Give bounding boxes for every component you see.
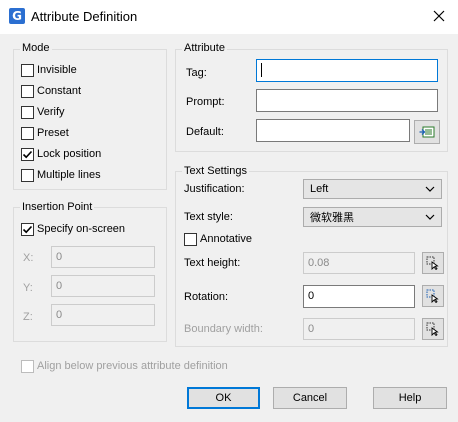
- specify-on-screen-label: Specify on-screen: [37, 222, 126, 235]
- text-settings-group-title: Text Settings: [182, 165, 249, 178]
- app-logo-icon: G: [9, 8, 25, 24]
- boundary-width-label: Boundary width:: [184, 323, 263, 335]
- pick-rotation-button[interactable]: [422, 285, 444, 307]
- help-button[interactable]: Help: [373, 387, 447, 409]
- text-height-label: Text height:: [184, 257, 241, 269]
- y-field[interactable]: 0: [51, 275, 155, 297]
- verify-checkbox[interactable]: Verify: [21, 104, 65, 120]
- verify-label: Verify: [37, 105, 65, 118]
- lock-position-label: Lock position: [37, 147, 102, 160]
- z-label: Z:: [23, 311, 33, 323]
- close-button[interactable]: [424, 2, 454, 30]
- insertion-point-group-title: Insertion Point: [20, 201, 95, 214]
- insert-field-button[interactable]: [414, 120, 440, 144]
- checkbox-box: [21, 105, 34, 119]
- default-input[interactable]: [256, 119, 410, 142]
- text-style-select[interactable]: 微软雅黑: [303, 207, 442, 227]
- checkbox-box: [21, 168, 34, 182]
- invisible-checkbox[interactable]: Invisible: [21, 62, 77, 78]
- pick-cursor-icon: [426, 289, 439, 303]
- pick-text-height-button[interactable]: [422, 252, 444, 274]
- cancel-button[interactable]: Cancel: [273, 387, 347, 409]
- justification-label: Justification:: [184, 183, 245, 195]
- multiple-lines-checkbox[interactable]: Multiple lines: [21, 167, 101, 183]
- justification-select[interactable]: Left: [303, 179, 442, 199]
- checkbox-box: [21, 359, 34, 373]
- ok-button[interactable]: OK: [187, 387, 260, 409]
- preset-label: Preset: [37, 126, 69, 139]
- pick-cursor-icon: [426, 256, 439, 270]
- checkmark-icon: [22, 150, 33, 158]
- annotative-checkbox[interactable]: Annotative: [184, 231, 252, 247]
- title-bar: G Attribute Definition: [0, 0, 458, 34]
- insert-field-icon: [419, 126, 435, 138]
- checkbox-box: [184, 232, 197, 246]
- window-title: Attribute Definition: [31, 9, 138, 24]
- lock-position-checkbox[interactable]: Lock position: [21, 146, 101, 162]
- checkbox-box: [21, 222, 34, 236]
- text-style-value: 微软雅黑: [310, 211, 354, 224]
- prompt-label: Prompt:: [186, 96, 225, 108]
- z-field[interactable]: 0: [51, 304, 155, 326]
- constant-label: Constant: [37, 84, 82, 97]
- checkmark-icon: [22, 225, 33, 233]
- preset-checkbox[interactable]: Preset: [21, 125, 69, 141]
- attribute-group-title: Attribute: [182, 42, 227, 55]
- constant-checkbox[interactable]: Constant: [21, 83, 81, 99]
- invisible-label: Invisible: [37, 63, 77, 76]
- checkbox-box: [21, 126, 34, 140]
- pick-cursor-icon: [426, 322, 439, 336]
- chevron-down-icon: [425, 214, 435, 220]
- y-label: Y:: [23, 282, 33, 294]
- close-icon: [433, 10, 445, 22]
- multiple-lines-label: Multiple lines: [37, 168, 101, 181]
- justification-value: Left: [310, 183, 329, 195]
- mode-group-title: Mode: [20, 42, 52, 55]
- rotation-input[interactable]: 0: [303, 285, 415, 308]
- align-below-label: Align below previous attribute definitio…: [37, 359, 228, 372]
- x-label: X:: [23, 252, 34, 264]
- tag-label: Tag:: [186, 67, 207, 79]
- tag-input[interactable]: [256, 59, 438, 82]
- specify-on-screen-checkbox[interactable]: Specify on-screen: [21, 221, 125, 237]
- annotative-label: Annotative: [200, 232, 252, 245]
- text-style-label: Text style:: [184, 211, 233, 223]
- text-cursor: [261, 63, 262, 77]
- x-field[interactable]: 0: [51, 246, 155, 268]
- checkbox-box: [21, 63, 34, 77]
- boundary-width-field[interactable]: 0: [303, 318, 415, 340]
- pick-boundary-width-button[interactable]: [422, 318, 444, 340]
- checkbox-box: [21, 84, 34, 98]
- default-label: Default:: [186, 126, 224, 138]
- prompt-input[interactable]: [256, 89, 438, 112]
- text-height-field[interactable]: 0.08: [303, 252, 415, 274]
- checkbox-box: [21, 147, 34, 161]
- align-below-checkbox[interactable]: Align below previous attribute definitio…: [21, 358, 228, 374]
- rotation-label: Rotation:: [184, 291, 229, 303]
- chevron-down-icon: [425, 186, 435, 192]
